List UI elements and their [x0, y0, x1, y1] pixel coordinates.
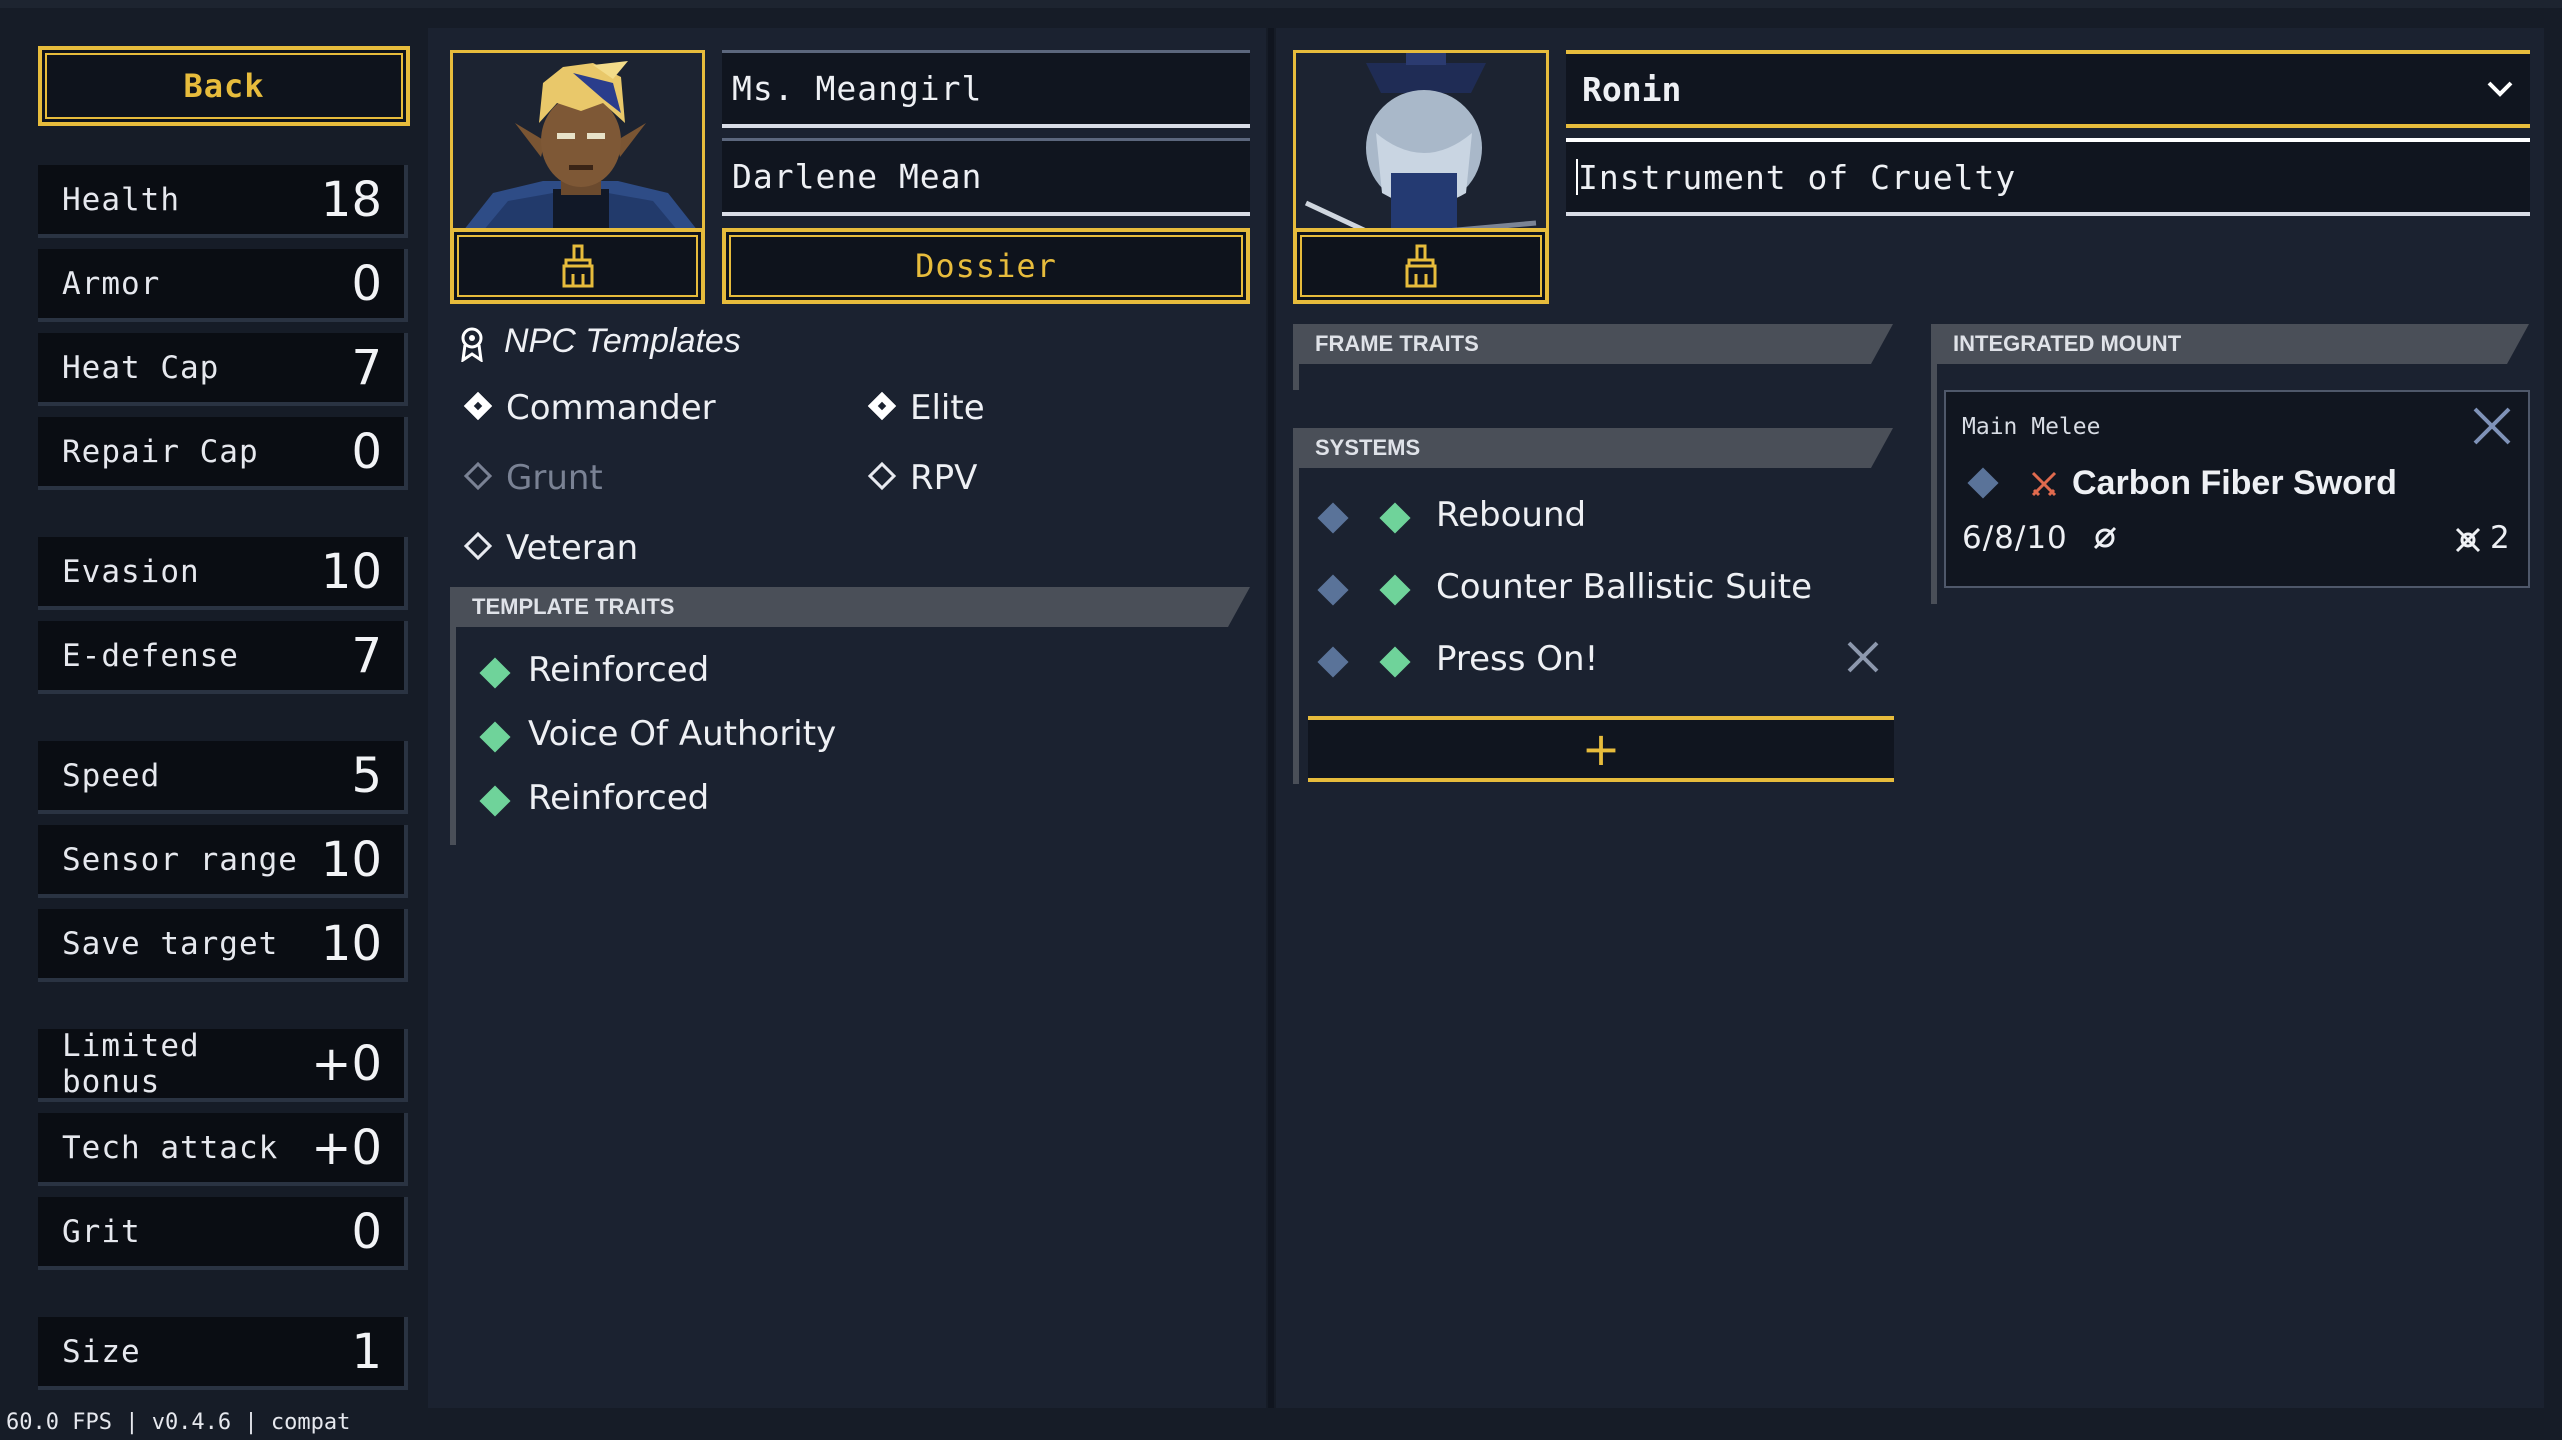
stat-row-grit: Grit 0	[38, 1197, 408, 1270]
pilot-callsign-field[interactable]: Ms. Meangirl	[722, 50, 1250, 128]
integrated-mount-header: INTEGRATED MOUNT	[1931, 324, 2529, 364]
template-label-grunt[interactable]: Grunt	[506, 458, 603, 498]
stat-label: Health	[62, 181, 180, 218]
stat-value: 5	[351, 747, 382, 804]
integrated-mount-rail	[1931, 364, 1937, 604]
remove-mount-icon[interactable]	[2472, 406, 2512, 446]
stat-row-health: Health 18	[38, 165, 408, 238]
template-trait-item[interactable]: Reinforced	[528, 778, 709, 818]
mech-name-field[interactable]: Instrument of Cruelty	[1566, 138, 2530, 216]
back-button-label: Back	[183, 67, 265, 105]
systems-rail	[1293, 468, 1299, 784]
back-button[interactable]: Back	[38, 46, 410, 126]
stat-value: 0	[351, 1203, 382, 1260]
weapon-range: 2	[2490, 520, 2510, 556]
crossed-swords-icon	[2031, 471, 2057, 497]
add-system-button[interactable]: +	[1308, 716, 1894, 782]
remove-system-icon[interactable]	[1846, 640, 1880, 674]
template-trait-item[interactable]: Reinforced	[528, 650, 709, 690]
template-traits-header: TEMPLATE TRAITS	[450, 587, 1250, 627]
status-bar: 60.0 FPS | v0.4.6 | compat	[6, 1410, 351, 1435]
pilot-avatar-image	[453, 53, 702, 228]
weapon-damage: 6/8/10	[1962, 520, 2068, 556]
stat-row-repair-cap: Repair Cap 0	[38, 417, 408, 490]
frame-traits-header: FRAME TRAITS	[1293, 324, 1893, 364]
mech-portrait[interactable]	[1293, 50, 1549, 228]
paintbrush-icon	[562, 244, 593, 288]
stat-row-tech-attack: Tech attack +0	[38, 1113, 408, 1186]
stat-label: Sensor range	[62, 841, 298, 878]
dossier-button-label: Dossier	[915, 247, 1057, 285]
pilot-name-field[interactable]: Darlene Mean	[722, 138, 1250, 216]
template-label-elite[interactable]: Elite	[910, 388, 985, 428]
template-label-commander[interactable]: Commander	[506, 388, 716, 428]
stat-value: 1	[351, 1323, 382, 1380]
plus-icon: +	[1581, 722, 1621, 776]
stat-value: +0	[311, 1035, 382, 1092]
pilot-name-value: Darlene Mean	[732, 157, 983, 196]
frame-select-value: Ronin	[1582, 69, 1682, 109]
stat-row-speed: Speed 5	[38, 741, 408, 814]
stat-row-heat-cap: Heat Cap 7	[38, 333, 408, 406]
template-trait-item[interactable]: Voice Of Authority	[528, 714, 836, 754]
stat-value: 18	[320, 171, 382, 228]
stat-row-save-target: Save target 10	[38, 909, 408, 982]
npc-templates-title: NPC Templates	[504, 322, 741, 360]
pilot-portrait[interactable]	[450, 50, 705, 228]
stat-label: Tech attack	[62, 1129, 279, 1166]
mech-portrait-edit-button[interactable]	[1293, 228, 1549, 304]
systems-header: SYSTEMS	[1293, 428, 1893, 468]
stat-value: 7	[351, 627, 382, 684]
mech-image	[1296, 53, 1546, 228]
stat-label: Grit	[62, 1213, 141, 1250]
stat-value: 10	[320, 831, 382, 888]
system-item[interactable]: Press On!	[1436, 639, 1598, 679]
chevron-down-icon	[2487, 81, 2513, 97]
stat-label: E-defense	[62, 637, 239, 674]
stat-row-sensor-range: Sensor range 10	[38, 825, 408, 898]
stat-label: Repair Cap	[62, 433, 259, 470]
weapon-name[interactable]: Carbon Fiber Sword	[2072, 464, 2397, 503]
stat-value: 0	[351, 423, 382, 480]
threat-range-icon	[2455, 527, 2481, 553]
stat-value: 10	[320, 915, 382, 972]
template-traits-rail	[450, 627, 456, 845]
paintbrush-icon	[1405, 244, 1437, 288]
stat-label: Save target	[62, 925, 279, 962]
mount-slot-label: Main Melee	[1962, 414, 2101, 440]
weapon-tag-diamond-icon	[1967, 467, 1999, 499]
stat-row-limited-bonus: Limited bonus +0	[38, 1027, 408, 1102]
system-item[interactable]: Rebound	[1436, 495, 1586, 535]
pilot-callsign-value: Ms. Meangirl	[732, 69, 983, 108]
stat-value: 10	[320, 543, 382, 600]
template-label-veteran[interactable]: Veteran	[506, 528, 638, 568]
frame-select[interactable]: Ronin	[1566, 50, 2530, 128]
stat-label: Evasion	[62, 553, 200, 590]
mount-card: Main Melee Carbon Fiber Sword 6/8/10 2	[1944, 390, 2530, 588]
stat-row-evasion: Evasion 10	[38, 537, 408, 610]
frame-traits-rail	[1293, 364, 1299, 390]
stat-value: 0	[351, 255, 382, 312]
stat-row-e-defense: E-defense 7	[38, 621, 408, 694]
stat-row-armor: Armor 0	[38, 249, 408, 322]
window-top-strip	[0, 0, 2562, 8]
stat-label: Heat Cap	[62, 349, 220, 386]
system-item[interactable]: Counter Ballistic Suite	[1436, 567, 1812, 607]
stat-label: Limited bonus	[62, 1027, 200, 1100]
panel-divider	[1268, 28, 1274, 1408]
pilot-portrait-edit-button[interactable]	[450, 228, 705, 304]
mech-name-value: Instrument of Cruelty	[1578, 157, 2017, 197]
dossier-button[interactable]: Dossier	[722, 228, 1250, 304]
badge-icon	[461, 327, 483, 362]
stat-value: +0	[311, 1119, 382, 1176]
stat-label: Armor	[62, 265, 161, 302]
stat-row-size: Size 1	[38, 1317, 408, 1390]
damage-type-icon	[2093, 526, 2117, 550]
stat-label: Size	[62, 1333, 141, 1370]
stat-label: Speed	[62, 757, 161, 794]
template-label-rpv[interactable]: RPV	[910, 458, 977, 498]
stat-value: 7	[351, 339, 382, 396]
